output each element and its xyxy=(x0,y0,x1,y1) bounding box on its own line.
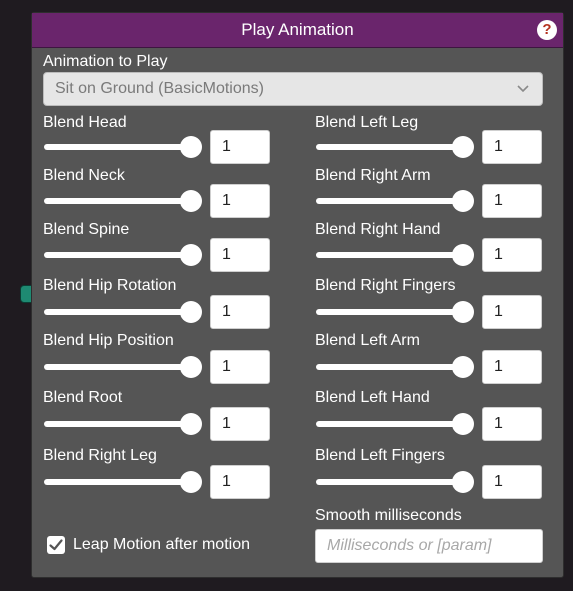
slider-thumb[interactable] xyxy=(180,356,202,378)
slider-thumb[interactable] xyxy=(452,413,474,435)
blend-hip-rotation-input[interactable]: 1 xyxy=(210,295,270,329)
blend-head-slider[interactable] xyxy=(44,135,203,159)
blend-right-hand-label: Blend Right Hand xyxy=(315,221,441,238)
blend-left-hand-slider[interactable] xyxy=(316,412,475,436)
node-title-bar[interactable]: Play Animation ? xyxy=(32,13,563,48)
smooth-milliseconds-input[interactable]: Milliseconds or [param] xyxy=(315,529,543,563)
slider-thumb[interactable] xyxy=(180,301,202,323)
play-animation-node: Play Animation ? Animation to Play Sit o… xyxy=(31,12,564,578)
slider-thumb[interactable] xyxy=(180,190,202,212)
blend-spine-slider[interactable] xyxy=(44,243,203,267)
blend-right-hand-slider[interactable] xyxy=(316,243,475,267)
slider-thumb[interactable] xyxy=(180,471,202,493)
blend-hip-position-input[interactable]: 1 xyxy=(210,350,270,384)
blend-spine-input[interactable]: 1 xyxy=(210,238,270,272)
node-title: Play Animation xyxy=(241,20,354,39)
blend-right-fingers-input[interactable]: 1 xyxy=(482,295,542,329)
blend-left-arm-label: Blend Left Arm xyxy=(315,332,420,349)
slider-thumb[interactable] xyxy=(452,136,474,158)
slider-thumb[interactable] xyxy=(452,301,474,323)
blend-right-fingers-slider[interactable] xyxy=(316,300,475,324)
slider-thumb[interactable] xyxy=(180,413,202,435)
blend-root-label: Blend Root xyxy=(43,389,123,406)
blend-left-leg-input[interactable]: 1 xyxy=(482,130,542,164)
checkmark-icon xyxy=(49,539,63,551)
leap-motion-label: Leap Motion after motion xyxy=(73,536,250,553)
blend-right-arm-label: Blend Right Arm xyxy=(315,167,431,184)
blend-right-leg-input[interactable]: 1 xyxy=(210,465,270,499)
slider-thumb[interactable] xyxy=(452,356,474,378)
blend-head-label: Blend Head xyxy=(43,114,127,131)
smooth-milliseconds-label: Smooth milliseconds xyxy=(315,507,462,524)
blend-left-leg-slider[interactable] xyxy=(316,135,475,159)
slider-thumb[interactable] xyxy=(452,190,474,212)
blend-neck-input[interactable]: 1 xyxy=(210,184,270,218)
blend-left-arm-slider[interactable] xyxy=(316,355,475,379)
animation-select-value: Sit on Ground (BasicMotions) xyxy=(55,80,264,97)
animation-select[interactable]: Sit on Ground (BasicMotions) xyxy=(43,72,543,106)
blend-spine-label: Blend Spine xyxy=(43,221,130,238)
blend-right-arm-slider[interactable] xyxy=(316,189,475,213)
blend-left-leg-label: Blend Left Leg xyxy=(315,114,419,131)
blend-head-input[interactable]: 1 xyxy=(210,130,270,164)
help-icon[interactable]: ? xyxy=(537,20,557,40)
slider-thumb[interactable] xyxy=(452,244,474,266)
blend-neck-slider[interactable] xyxy=(44,189,203,213)
blend-left-hand-label: Blend Left Hand xyxy=(315,389,430,406)
leap-motion-checkbox[interactable] xyxy=(47,536,65,554)
blend-right-fingers-label: Blend Right Fingers xyxy=(315,277,456,294)
blend-left-fingers-label: Blend Left Fingers xyxy=(315,447,445,464)
blend-left-hand-input[interactable]: 1 xyxy=(482,407,542,441)
blend-right-leg-label: Blend Right Leg xyxy=(43,447,157,464)
slider-thumb[interactable] xyxy=(452,471,474,493)
blend-neck-label: Blend Neck xyxy=(43,167,125,184)
blend-hip-rotation-label: Blend Hip Rotation xyxy=(43,277,177,294)
slider-thumb[interactable] xyxy=(180,244,202,266)
blend-left-arm-input[interactable]: 1 xyxy=(482,350,542,384)
animation-to-play-label: Animation to Play xyxy=(43,53,168,70)
blend-right-arm-input[interactable]: 1 xyxy=(482,184,542,218)
chevron-down-icon xyxy=(517,85,529,93)
slider-thumb[interactable] xyxy=(180,136,202,158)
blend-right-hand-input[interactable]: 1 xyxy=(482,238,542,272)
blend-left-fingers-slider[interactable] xyxy=(316,470,475,494)
blend-hip-position-slider[interactable] xyxy=(44,355,203,379)
blend-left-fingers-input[interactable]: 1 xyxy=(482,465,542,499)
blend-root-input[interactable]: 1 xyxy=(210,407,270,441)
blend-hip-rotation-slider[interactable] xyxy=(44,300,203,324)
blend-right-leg-slider[interactable] xyxy=(44,470,203,494)
blend-hip-position-label: Blend Hip Position xyxy=(43,332,174,349)
blend-root-slider[interactable] xyxy=(44,412,203,436)
